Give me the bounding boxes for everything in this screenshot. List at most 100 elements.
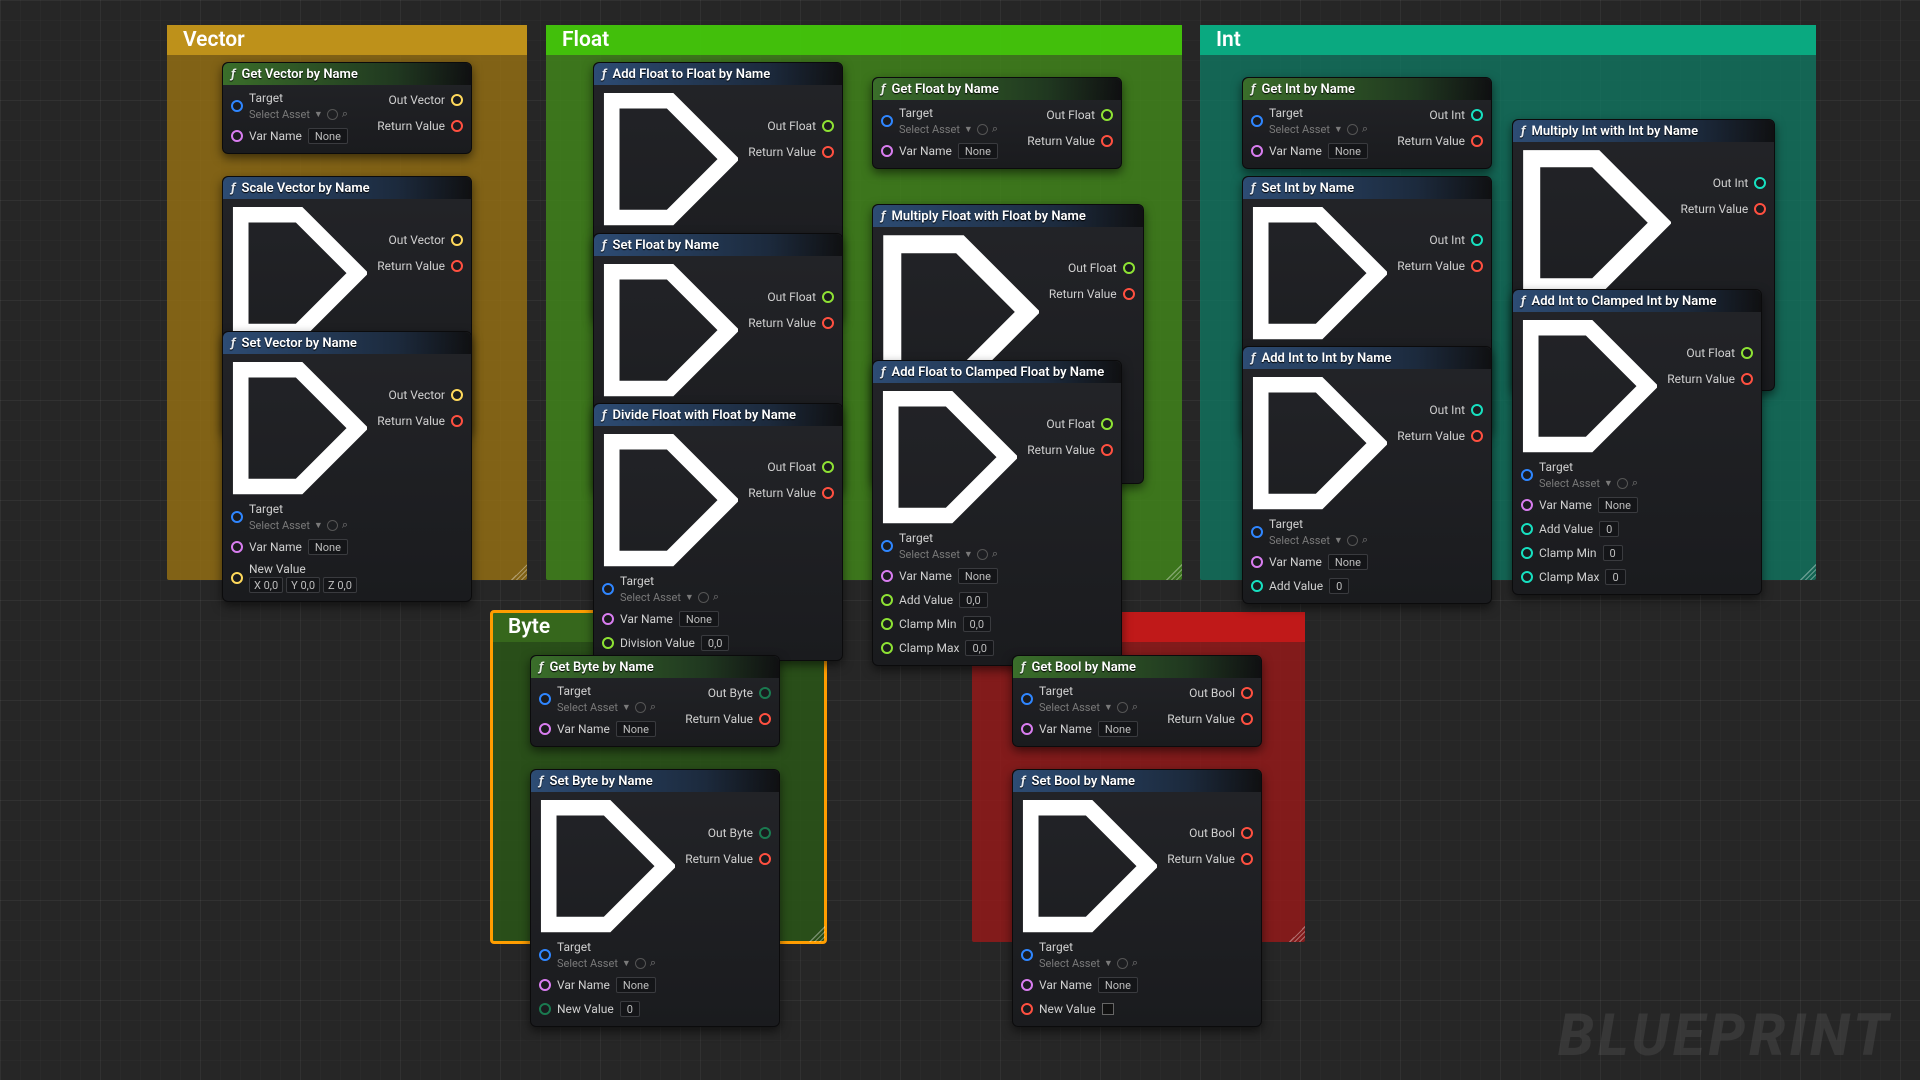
node-title[interactable]: ƒScale Vector by Name xyxy=(223,177,471,199)
pin[interactable] xyxy=(539,723,551,735)
resize-grip[interactable] xyxy=(1289,926,1305,942)
node-title[interactable]: ƒAdd Float to Clamped Float by Name xyxy=(873,361,1121,383)
pin[interactable] xyxy=(1471,135,1483,147)
pin[interactable] xyxy=(1741,373,1753,385)
pin[interactable] xyxy=(759,687,771,699)
pin[interactable] xyxy=(881,540,893,552)
exec-in[interactable] xyxy=(1521,318,1657,454)
node-title[interactable]: ƒSet Bool by Name xyxy=(1013,770,1261,792)
exec-in[interactable] xyxy=(539,798,675,934)
exec-in[interactable] xyxy=(1521,148,1671,298)
pin[interactable] xyxy=(1251,526,1263,538)
node-title[interactable]: ƒDivide Float with Float by Name xyxy=(594,404,842,426)
asset-picker[interactable]: Select Asset ▼ ⌕ xyxy=(899,547,998,561)
pin-out_int[interactable]: Out Int xyxy=(1429,401,1483,419)
pin[interactable] xyxy=(451,234,463,246)
var-name-default[interactable]: None xyxy=(1098,721,1138,737)
pin[interactable] xyxy=(1251,115,1263,127)
pin-add_value[interactable]: Add Value 0 xyxy=(1521,520,1657,538)
pin[interactable] xyxy=(539,693,551,705)
pin-clamp_max[interactable]: Clamp Max 0,0 xyxy=(881,639,1017,657)
pin-return-value[interactable]: Return Value xyxy=(748,143,834,161)
node-div-float[interactable]: ƒDivide Float with Float by Name TargetS… xyxy=(593,403,843,661)
node-add-i2i[interactable]: ƒAdd Int to Int by Name TargetSelect Ass… xyxy=(1242,346,1492,604)
pin[interactable] xyxy=(1241,687,1253,699)
pin[interactable] xyxy=(1471,430,1483,442)
pin-clamp_min[interactable]: Clamp Min 0 xyxy=(1521,544,1657,562)
exec-in[interactable] xyxy=(1251,205,1387,341)
default-value[interactable]: 0 xyxy=(620,1001,640,1017)
node-title[interactable]: ƒMultiply Float with Float by Name xyxy=(873,205,1143,227)
pin[interactable] xyxy=(1021,723,1033,735)
pin[interactable] xyxy=(822,487,834,499)
pin-clamp_min[interactable]: Clamp Min 0,0 xyxy=(881,615,1017,633)
exec-in[interactable] xyxy=(231,360,367,496)
pin[interactable] xyxy=(759,713,771,725)
pin-target[interactable]: TargetSelect Asset ▼ ⌕ xyxy=(539,684,675,714)
exec-in[interactable] xyxy=(602,91,738,227)
pin[interactable] xyxy=(1123,262,1135,274)
pin-target[interactable]: TargetSelect Asset ▼ ⌕ xyxy=(1521,460,1657,490)
default-value[interactable]: 0 xyxy=(1599,521,1619,537)
pin[interactable] xyxy=(1251,580,1263,592)
pin-out_bool[interactable]: Out Bool xyxy=(1189,824,1253,842)
var-name-default[interactable]: None xyxy=(616,721,656,737)
pin[interactable] xyxy=(602,583,614,595)
pin-return-value[interactable]: Return Value xyxy=(748,314,834,332)
node-title[interactable]: ƒAdd Int to Clamped Int by Name xyxy=(1513,290,1761,312)
pin-new-value[interactable]: New ValueX 0,0Y 0,0Z 0,0 xyxy=(231,562,367,593)
node-get-bool[interactable]: ƒGet Bool by Name TargetSelect Asset ▼ ⌕… xyxy=(1012,655,1262,747)
checkbox[interactable] xyxy=(1102,1003,1114,1015)
pin-out_vector[interactable]: Out Vector xyxy=(388,386,463,404)
pin-new_value[interactable]: New Value xyxy=(1021,1000,1157,1018)
pin-return-value[interactable]: Return Value xyxy=(377,117,463,135)
node-get-vector[interactable]: ƒGet Vector by Name TargetSelect Asset ▼… xyxy=(222,62,472,154)
pin-out_int[interactable]: Out Int xyxy=(1429,231,1483,249)
pin-var-name[interactable]: Var Name None xyxy=(231,538,367,556)
default-value[interactable]: 0,0 xyxy=(959,592,988,608)
asset-picker[interactable]: Select Asset ▼ ⌕ xyxy=(1269,533,1368,547)
pin[interactable] xyxy=(1521,571,1533,583)
pin[interactable] xyxy=(1101,109,1113,121)
pin-return-value[interactable]: Return Value xyxy=(1027,132,1113,150)
pin[interactable] xyxy=(602,613,614,625)
default-value[interactable]: 0,0 xyxy=(701,635,730,651)
exec-in[interactable] xyxy=(1251,375,1387,511)
pin-out_float[interactable]: Out Float xyxy=(1686,344,1753,362)
pin[interactable] xyxy=(1754,203,1766,215)
node-title[interactable]: ƒMultiply Int with Int by Name xyxy=(1513,120,1774,142)
node-add-i-clamp[interactable]: ƒAdd Int to Clamped Int by Name TargetSe… xyxy=(1512,289,1762,595)
exec-in[interactable] xyxy=(1021,798,1157,934)
pin-out_float[interactable]: Out Float xyxy=(767,288,834,306)
pin-var-name[interactable]: Var Name None xyxy=(1521,496,1657,514)
pin[interactable] xyxy=(1021,949,1033,961)
pin[interactable] xyxy=(881,115,893,127)
pin-return-value[interactable]: Return Value xyxy=(685,850,771,868)
vec-y[interactable]: Y 0,0 xyxy=(286,577,320,593)
pin[interactable] xyxy=(231,572,243,584)
pin[interactable] xyxy=(881,642,893,654)
pin[interactable] xyxy=(822,146,834,158)
pin-out_vector[interactable]: Out Vector xyxy=(388,231,463,249)
asset-picker[interactable]: Select Asset ▼ ⌕ xyxy=(557,956,656,970)
default-value[interactable]: 0 xyxy=(1603,545,1623,561)
pin-out_float[interactable]: Out Float xyxy=(1046,415,1113,433)
node-title[interactable]: ƒGet Bool by Name xyxy=(1013,656,1261,678)
exec-in[interactable] xyxy=(602,262,738,398)
pin[interactable] xyxy=(231,511,243,523)
pin-target[interactable]: TargetSelect Asset ▼ ⌕ xyxy=(881,106,1017,136)
pin[interactable] xyxy=(881,618,893,630)
pin-target[interactable]: TargetSelect Asset ▼ ⌕ xyxy=(539,940,675,970)
pin-var-name[interactable]: Var Name None xyxy=(881,142,1017,160)
exec-in[interactable] xyxy=(602,432,738,568)
var-name-default[interactable]: None xyxy=(616,977,656,993)
pin-target[interactable]: TargetSelect Asset ▼ ⌕ xyxy=(231,91,367,121)
node-set-bool[interactable]: ƒSet Bool by Name TargetSelect Asset ▼ ⌕… xyxy=(1012,769,1262,1027)
pin-return-value[interactable]: Return Value xyxy=(1681,200,1767,218)
pin-return-value[interactable]: Return Value xyxy=(748,484,834,502)
vec-x[interactable]: X 0,0 xyxy=(249,577,283,593)
pin[interactable] xyxy=(759,853,771,865)
pin[interactable] xyxy=(822,120,834,132)
pin-target[interactable]: TargetSelect Asset ▼ ⌕ xyxy=(1251,517,1387,547)
pin-div_value[interactable]: Division Value 0,0 xyxy=(602,634,738,652)
